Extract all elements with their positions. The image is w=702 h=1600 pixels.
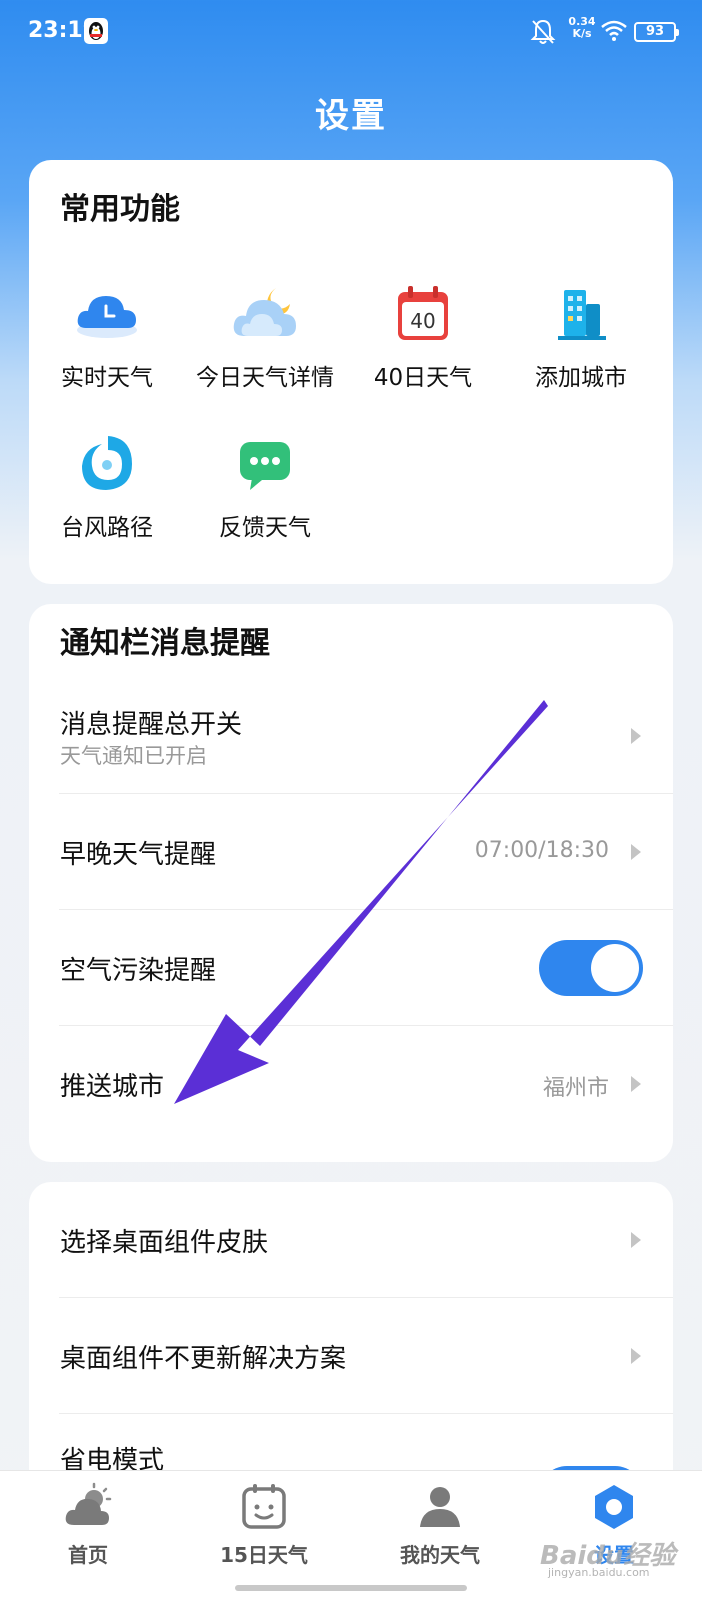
row-label: 桌面组件不更新解决方案 — [60, 1344, 347, 1374]
tab-label: 首页 — [68, 1543, 108, 1567]
chevron-right-icon — [631, 1348, 641, 1364]
network-speed: 0.34 K/s — [566, 16, 598, 40]
svg-text:40: 40 — [410, 309, 435, 333]
chevron-right-icon — [631, 1232, 641, 1248]
wifi-icon — [601, 20, 627, 41]
notification-settings-title: 通知栏消息提醒 — [60, 626, 270, 661]
chevron-right-icon — [631, 728, 641, 744]
feature-today-details[interactable]: 今日天气详情 — [185, 280, 345, 392]
tab-my-weather[interactable]: 我的天气 — [352, 1481, 528, 1568]
row-label: 早晚天气提醒 — [60, 840, 217, 870]
typhoon-icon — [82, 436, 132, 490]
feature-40-day-weather[interactable]: 40 40日天气 — [343, 280, 503, 392]
calendar-40-icon: 40 — [398, 286, 448, 340]
row-master-switch[interactable]: 消息提醒总开关 天气通知已开启 — [29, 678, 673, 794]
row-widget-skin[interactable]: 选择桌面组件皮肤 — [29, 1182, 673, 1298]
network-speed-unit: K/s — [572, 27, 592, 40]
watermark-url: jingyan.baidu.com — [548, 1566, 650, 1579]
air-pollution-toggle[interactable] — [539, 940, 643, 996]
row-label: 选择桌面组件皮肤 — [60, 1228, 269, 1258]
tab-label: 我的天气 — [400, 1543, 480, 1567]
feature-add-city[interactable]: 添加城市 — [501, 280, 661, 392]
cloud-sun-icon — [65, 1482, 112, 1525]
row-push-city[interactable]: 推送城市 福州市 — [29, 1026, 673, 1142]
row-value: 07:00/18:30 — [474, 838, 609, 863]
home-indicator[interactable] — [235, 1585, 467, 1591]
common-features-title: 常用功能 — [60, 192, 180, 227]
bell-muted-icon — [530, 19, 556, 44]
qq-penguin-icon — [84, 18, 108, 44]
chevron-right-icon — [631, 844, 641, 860]
page-title: 设置 — [315, 96, 387, 136]
row-label: 推送城市 — [60, 1072, 165, 1102]
notification-settings-card: 通知栏消息提醒 消息提醒总开关 天气通知已开启 早晚天气提醒 07:00/18:… — [29, 604, 673, 1162]
feature-label: 反馈天气 — [219, 515, 311, 541]
row-value: 福州市 — [542, 1076, 609, 1101]
row-label: 空气污染提醒 — [60, 956, 217, 986]
row-morning-evening-reminder[interactable]: 早晚天气提醒 07:00/18:30 — [29, 794, 673, 910]
row-air-pollution-reminder: 空气污染提醒 — [29, 910, 673, 1026]
chat-bubble-icon — [240, 442, 290, 490]
calendar-face-icon — [242, 1484, 286, 1529]
row-subtitle: 天气通知已开启 — [60, 744, 207, 768]
tab-15-day-weather[interactable]: 15日天气 — [176, 1481, 352, 1568]
person-icon — [420, 1487, 460, 1527]
battery-indicator: 93 — [634, 22, 679, 42]
city-buildings-icon — [558, 290, 606, 340]
feature-feedback-weather[interactable]: 反馈天气 — [185, 430, 345, 542]
feature-label: 今日天气详情 — [196, 365, 334, 391]
row-widget-not-updating[interactable]: 桌面组件不更新解决方案 — [29, 1298, 673, 1414]
toggle-knob — [591, 944, 639, 992]
tab-label: 15日天气 — [220, 1543, 308, 1567]
feature-typhoon-path[interactable]: 台风路径 — [27, 430, 187, 542]
feature-realtime-weather[interactable]: 实时天气 — [27, 280, 187, 392]
feature-label: 40日天气 — [373, 365, 473, 391]
common-features-card: 常用功能 实时天气 今日天气详情 40 40日天气 添加城市 台风路径 反馈天气 — [29, 160, 673, 584]
hexagon-settings-icon — [595, 1485, 633, 1529]
chevron-right-icon — [631, 1076, 641, 1092]
tab-home[interactable]: 首页 — [0, 1481, 176, 1568]
feature-label: 添加城市 — [535, 365, 627, 391]
feature-label: 实时天气 — [61, 365, 153, 391]
status-bar: 23:19 0.34 K/s 93 — [0, 0, 702, 64]
cloud-moon-icon — [233, 288, 296, 336]
row-label: 消息提醒总开关 — [60, 710, 243, 740]
feature-label: 台风路径 — [61, 515, 153, 541]
cloud-clock-icon — [77, 296, 137, 338]
